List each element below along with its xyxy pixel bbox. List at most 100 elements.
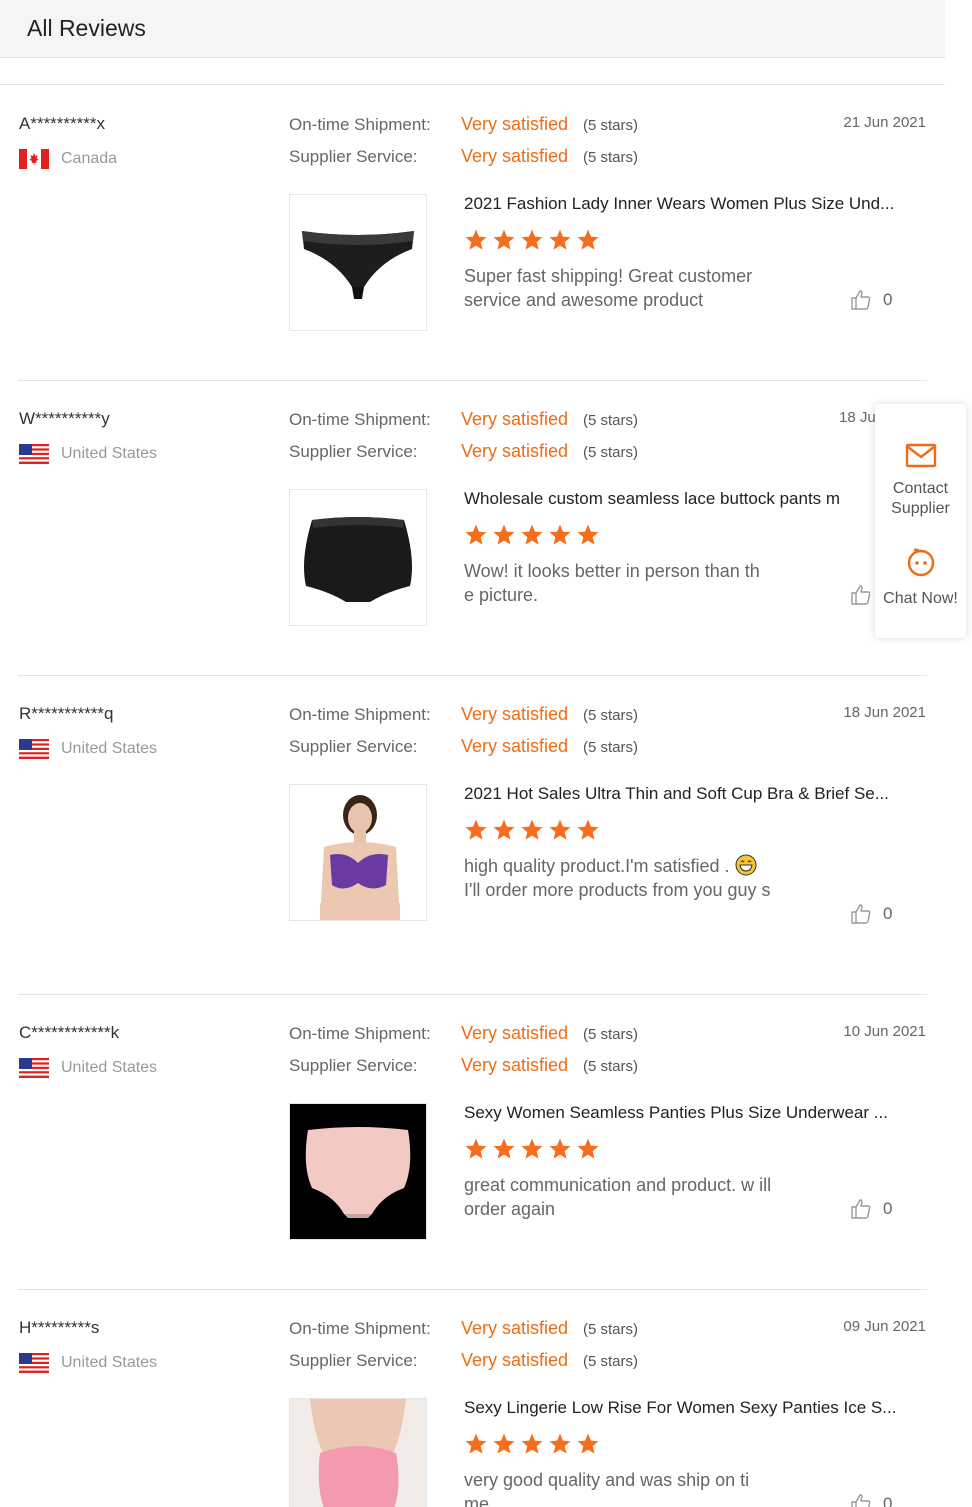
review-item: C************k United States On-time Shi… bbox=[0, 995, 945, 1289]
like-button[interactable]: 0 bbox=[849, 288, 892, 312]
shipment-stars: (5 stars) bbox=[583, 412, 639, 429]
us-flag-icon bbox=[19, 1058, 49, 1078]
like-button[interactable]: 0 bbox=[849, 1197, 892, 1221]
buyer-name: H*********s bbox=[19, 1318, 100, 1337]
shipment-label: On-time Shipment: bbox=[289, 410, 431, 429]
review-item: R***********q United States On-time Ship… bbox=[0, 676, 945, 994]
product-thumbnail[interactable] bbox=[289, 1103, 427, 1240]
review-comment-line: high quality product.I'm satisfied . bbox=[464, 856, 730, 876]
canada-flag-icon bbox=[19, 149, 49, 169]
review-comment: very good quality and was ship on ti me bbox=[464, 1470, 750, 1507]
review-date: 18 Ju bbox=[839, 409, 876, 426]
country-label: Canada bbox=[61, 150, 118, 167]
like-count: 0 bbox=[883, 1494, 893, 1507]
product-thumbnail[interactable] bbox=[289, 784, 427, 921]
contact-supplier-button[interactable]: Contact Supplier bbox=[875, 442, 966, 519]
floating-contact-panel: Contact Supplier Chat Now! bbox=[875, 404, 966, 638]
product-thumbnail[interactable] bbox=[289, 194, 427, 331]
like-count: 0 bbox=[883, 290, 893, 309]
like-button[interactable]: 0 bbox=[849, 902, 892, 926]
star-icon bbox=[549, 819, 571, 840]
buyer-country: Canada bbox=[19, 148, 117, 170]
service-rating: Supplier Service: Very satisfied (5 star… bbox=[289, 146, 638, 167]
review-date: 21 Jun 2021 bbox=[843, 114, 926, 131]
product-title-link[interactable]: Wholesale custom seamless lace buttock p… bbox=[464, 489, 874, 509]
star-rating bbox=[464, 1432, 600, 1456]
buyer-country: United States bbox=[19, 1352, 157, 1374]
service-label: Supplier Service: bbox=[289, 442, 418, 461]
buyer-name: C************k bbox=[19, 1023, 120, 1042]
product-title-link[interactable]: Sexy Women Seamless Panties Plus Size Un… bbox=[464, 1103, 924, 1123]
thumbs-up-icon bbox=[851, 585, 871, 605]
product-thumbnail[interactable] bbox=[289, 1398, 427, 1507]
star-icon bbox=[465, 524, 487, 545]
country-label: United States bbox=[61, 740, 158, 757]
product-title-link[interactable]: 2021 Hot Sales Ultra Thin and Soft Cup B… bbox=[464, 784, 924, 804]
product-title-link[interactable]: Sexy Lingerie Low Rise For Women Sexy Pa… bbox=[464, 1398, 924, 1418]
shipment-rating: On-time Shipment: Very satisfied (5 star… bbox=[289, 1023, 638, 1044]
star-icon bbox=[577, 1138, 599, 1159]
thumbs-up-icon bbox=[851, 290, 871, 310]
like-button[interactable]: 0 bbox=[849, 1492, 892, 1507]
shipment-value: Very satisfied bbox=[461, 409, 569, 429]
service-label: Supplier Service: bbox=[289, 737, 418, 756]
star-icon bbox=[521, 524, 543, 545]
divider bbox=[0, 84, 945, 85]
thumbs-up-icon bbox=[851, 904, 871, 924]
us-flag-icon bbox=[19, 1353, 49, 1373]
star-icon bbox=[549, 1138, 571, 1159]
shipment-label: On-time Shipment: bbox=[289, 115, 431, 134]
star-icon bbox=[521, 1138, 543, 1159]
service-stars: (5 stars) bbox=[583, 1353, 639, 1370]
star-icon bbox=[465, 229, 487, 250]
service-stars: (5 stars) bbox=[583, 444, 639, 461]
star-icon bbox=[493, 819, 515, 840]
buyer-country: United States bbox=[19, 738, 157, 760]
like-count: 0 bbox=[883, 1199, 893, 1218]
service-stars: (5 stars) bbox=[583, 739, 639, 756]
star-icon bbox=[493, 1433, 515, 1454]
service-label: Supplier Service: bbox=[289, 1351, 418, 1370]
chat-face-icon bbox=[907, 548, 934, 577]
star-icon bbox=[577, 229, 599, 250]
shipment-stars: (5 stars) bbox=[583, 1026, 639, 1043]
review-date: 09 Jun 2021 bbox=[843, 1318, 926, 1335]
chat-now-button[interactable]: Chat Now! bbox=[875, 546, 966, 609]
star-icon bbox=[465, 819, 487, 840]
star-icon bbox=[549, 1433, 571, 1454]
shipment-value: Very satisfied bbox=[461, 114, 569, 134]
shipment-stars: (5 stars) bbox=[583, 117, 639, 134]
service-label: Supplier Service: bbox=[289, 1056, 418, 1075]
service-rating: Supplier Service: Very satisfied (5 star… bbox=[289, 441, 638, 462]
service-value: Very satisfied bbox=[461, 1350, 569, 1370]
product-thumbnail[interactable] bbox=[289, 489, 427, 626]
product-title-link[interactable]: 2021 Fashion Lady Inner Wears Women Plus… bbox=[464, 194, 924, 214]
star-icon bbox=[465, 1138, 487, 1159]
star-icon bbox=[521, 1433, 543, 1454]
shipment-value: Very satisfied bbox=[461, 1318, 569, 1338]
envelope-icon bbox=[905, 443, 936, 468]
chat-now-label: Chat Now! bbox=[883, 590, 958, 607]
buyer-name: R***********q bbox=[19, 704, 114, 723]
page-title: All Reviews bbox=[27, 15, 146, 41]
country-label: United States bbox=[61, 1354, 158, 1371]
service-rating: Supplier Service: Very satisfied (5 star… bbox=[289, 736, 638, 757]
shipment-label: On-time Shipment: bbox=[289, 705, 431, 724]
star-icon bbox=[493, 1138, 515, 1159]
service-rating: Supplier Service: Very satisfied (5 star… bbox=[289, 1350, 638, 1371]
reviews-header: All Reviews bbox=[0, 0, 945, 58]
service-stars: (5 stars) bbox=[583, 1058, 639, 1075]
shipment-label: On-time Shipment: bbox=[289, 1024, 431, 1043]
thumbs-up-icon bbox=[851, 1494, 871, 1507]
buyer-country: United States bbox=[19, 1057, 157, 1079]
star-rating bbox=[464, 523, 600, 547]
star-icon bbox=[577, 1433, 599, 1454]
star-icon bbox=[521, 229, 543, 250]
shipment-rating: On-time Shipment: Very satisfied (5 star… bbox=[289, 409, 638, 430]
star-icon bbox=[577, 819, 599, 840]
service-value: Very satisfied bbox=[461, 441, 569, 461]
review-comment-line: I'll order more products from you guy s bbox=[464, 880, 771, 900]
star-rating bbox=[464, 1137, 600, 1161]
review-comment: high quality product.I'm satisfied . I'l… bbox=[464, 854, 774, 902]
service-value: Very satisfied bbox=[461, 1055, 569, 1075]
